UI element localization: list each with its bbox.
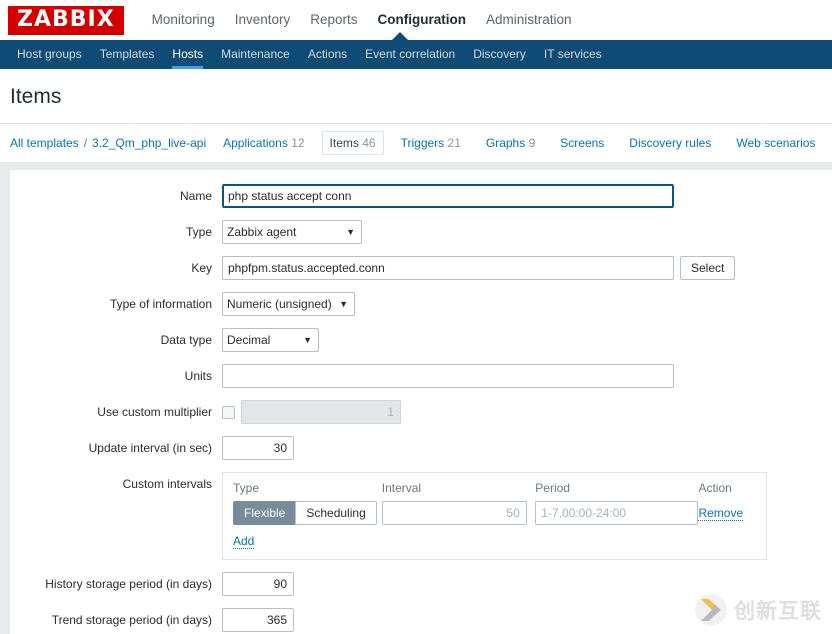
key-select-button[interactable]: Select: [680, 256, 736, 280]
tab-label: Screens: [560, 136, 605, 150]
breadcrumb-all-templates[interactable]: All templates: [10, 136, 79, 150]
topnav-item-administration[interactable]: Administration: [476, 0, 582, 40]
tab-label: Triggers: [400, 136, 445, 150]
custom-multiplier-label: Use custom multiplier: [97, 405, 212, 419]
tab-label: Graphs: [485, 136, 526, 150]
tab-count: 46: [362, 136, 376, 150]
custom-interval-row: Flexible Scheduling Remove: [233, 501, 756, 525]
breadcrumb-template-name[interactable]: 3.2_Qm_php_live-api: [92, 136, 206, 150]
breadcrumb-tab-screens[interactable]: Screens: [552, 131, 612, 155]
interval-type-toggle[interactable]: Flexible Scheduling: [233, 501, 382, 525]
tab-label: Discovery rules: [629, 136, 712, 150]
item-configuration-form: Name Type Zabbix agent ▼ Key Select: [10, 169, 832, 634]
tab-label: Applications: [223, 136, 288, 150]
trend-storage-input[interactable]: [222, 608, 294, 632]
page-title: Items: [0, 69, 832, 123]
units-input[interactable]: [222, 364, 674, 388]
custom-multiplier-checkbox[interactable]: [222, 405, 235, 419]
sub-navigation-bar: Host groups Templates Hosts Maintenance …: [0, 32, 832, 69]
tab-count: 21: [447, 136, 461, 150]
remove-interval-link[interactable]: Remove: [698, 506, 744, 521]
subnav-item-it-services[interactable]: IT services: [535, 40, 611, 69]
subnav-item-templates[interactable]: Templates: [91, 40, 164, 69]
column-header-period: Period: [535, 481, 570, 495]
subnav-item-actions[interactable]: Actions: [299, 40, 356, 69]
interval-type-scheduling[interactable]: Scheduling: [295, 501, 377, 525]
type-of-information-label: Type of information: [109, 297, 212, 311]
form-row-data-type: Data type Decimal ▼: [10, 328, 832, 352]
topnav-item-inventory[interactable]: Inventory: [225, 0, 301, 40]
add-interval-link[interactable]: Add: [233, 534, 255, 549]
column-header-type: Type: [233, 481, 260, 495]
key-label: Key: [191, 261, 212, 275]
page-content: Items All templates / 3.2_Qm_php_live-ap…: [0, 69, 832, 634]
breadcrumb: All templates / 3.2_Qm_php_live-api Appl…: [0, 123, 832, 162]
topnav-item-monitoring[interactable]: Monitoring: [142, 0, 225, 40]
form-row-custom-intervals: Custom intervals Type Interval Period Ac…: [10, 472, 832, 560]
tab-count: 9: [528, 136, 536, 150]
subnav-item-discovery[interactable]: Discovery: [464, 40, 535, 69]
data-type-label: Data type: [160, 333, 212, 347]
column-header-action: Action: [698, 481, 732, 495]
breadcrumb-separator: /: [83, 136, 88, 150]
form-row-key: Key Select: [10, 256, 832, 280]
interval-type-flexible[interactable]: Flexible: [233, 501, 296, 525]
form-row-update-interval: Update interval (in sec): [10, 436, 832, 460]
data-type-select[interactable]: Decimal: [222, 328, 319, 352]
form-row-name: Name: [10, 184, 832, 208]
tab-count: 12: [291, 136, 305, 150]
topnav-item-reports[interactable]: Reports: [300, 0, 367, 40]
breadcrumb-tab-triggers[interactable]: Triggers 21: [393, 131, 469, 155]
history-storage-input[interactable]: [222, 572, 294, 596]
column-header-interval: Interval: [381, 481, 422, 495]
history-storage-label: History storage period (in days): [45, 577, 212, 591]
subnav-item-host-groups[interactable]: Host groups: [8, 40, 91, 69]
tab-label: Web scenarios: [736, 136, 816, 150]
period-input[interactable]: [535, 501, 699, 525]
key-input[interactable]: [222, 256, 674, 280]
form-row-history-storage: History storage period (in days): [10, 572, 832, 596]
breadcrumb-tab-items[interactable]: Items 46: [321, 131, 384, 155]
trend-storage-label: Trend storage period (in days): [51, 613, 212, 627]
subnav-item-maintenance[interactable]: Maintenance: [212, 40, 299, 69]
custom-intervals-table: Type Interval Period Action Flexible Sch…: [222, 472, 767, 560]
interval-input[interactable]: [381, 501, 527, 525]
custom-multiplier-input: [241, 400, 401, 424]
update-interval-label: Update interval (in sec): [88, 441, 212, 455]
topnav-item-configuration[interactable]: Configuration: [368, 0, 476, 40]
breadcrumb-tab-graphs[interactable]: Graphs 9: [478, 131, 543, 155]
name-input[interactable]: [222, 184, 674, 208]
name-label: Name: [179, 189, 212, 203]
units-label: Units: [184, 369, 212, 383]
form-row-trend-storage: Trend storage period (in days): [10, 608, 832, 632]
top-navigation-bar: ZABBIX Monitoring Inventory Reports Conf…: [0, 0, 832, 40]
custom-intervals-label: Custom intervals: [122, 477, 212, 491]
update-interval-input[interactable]: [222, 436, 294, 460]
type-of-information-select[interactable]: Numeric (unsigned): [222, 292, 355, 316]
form-row-type-of-information: Type of information Numeric (unsigned) ▼: [10, 292, 832, 316]
breadcrumb-tab-applications[interactable]: Applications 12: [215, 131, 312, 155]
subnav-item-hosts[interactable]: Hosts: [163, 40, 212, 69]
form-row-custom-multiplier: Use custom multiplier: [10, 400, 832, 424]
form-row-units: Units: [10, 364, 832, 388]
tab-label: Items: [329, 136, 359, 150]
subnav-item-event-correlation[interactable]: Event correlation: [356, 40, 464, 69]
custom-intervals-header-row: Type Interval Period Action: [233, 481, 756, 501]
type-select[interactable]: Zabbix agent: [222, 220, 362, 244]
active-menu-pointer-icon: [392, 32, 408, 40]
breadcrumb-tab-web-scenarios[interactable]: Web scenarios: [728, 131, 823, 155]
breadcrumb-tab-discovery-rules[interactable]: Discovery rules: [621, 131, 719, 155]
zabbix-logo[interactable]: ZABBIX: [8, 5, 124, 35]
form-row-type: Type Zabbix agent ▼: [10, 220, 832, 244]
type-label: Type: [185, 225, 212, 239]
